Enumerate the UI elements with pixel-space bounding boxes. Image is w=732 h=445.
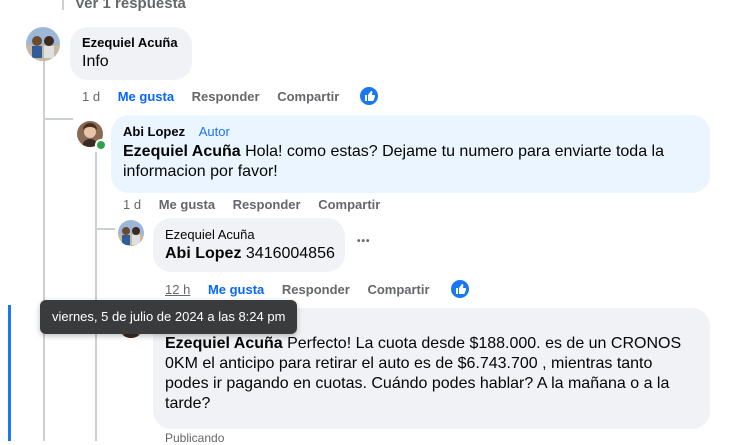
like-reaction-icon[interactable] [359, 86, 379, 106]
comment-author[interactable]: Abi Lopez [123, 124, 185, 139]
thread-branch-inner [95, 228, 115, 230]
like-reaction-icon[interactable] [450, 279, 470, 299]
comment-author[interactable]: Ezequiel Acuña [165, 227, 333, 242]
avatar[interactable] [118, 220, 144, 246]
author-badge: Autor [198, 124, 230, 139]
comment-bubble: Ezequiel Acuña Info [70, 27, 192, 80]
avatar[interactable] [26, 27, 60, 61]
comment-time[interactable]: 1 d [82, 89, 100, 104]
like-button[interactable]: Me gusta [208, 282, 264, 297]
like-button[interactable]: Me gusta [118, 89, 174, 104]
more-options-icon[interactable]: ••• [357, 236, 371, 247]
mention-link[interactable]: Ezequiel Acuña [165, 335, 283, 352]
comment-text: Ezequiel Acuña Hola! como estas? Dejame … [123, 142, 698, 182]
comment-author[interactable]: Ezequiel Acuña [82, 35, 180, 50]
comment-bubble: Ezequiel Acuña Abi Lopez 3416004856 [153, 218, 345, 272]
thread-branch [43, 118, 73, 120]
comment-actions: 1 d Me gusta Responder Compartir [123, 197, 394, 212]
reply-button[interactable]: Responder [233, 197, 301, 212]
comment-text-line1: Perfecto! La cuota desde $188.000. es de… [282, 335, 682, 352]
avatar-photo-icon [118, 220, 144, 246]
active-indicator [8, 305, 11, 441]
mention-link[interactable]: Ezequiel Acuña [123, 143, 241, 160]
comment-bubble: Abi Lopez Autor Ezequiel Acuña Hola! com… [111, 115, 710, 193]
comment-text-line2: informacion por favor! [123, 163, 278, 180]
posting-status: Publicando [165, 431, 225, 445]
thread-line-top [62, 0, 64, 10]
comment-text: Info [82, 53, 109, 70]
comment-time[interactable]: 12 h [165, 282, 190, 297]
reply-button[interactable]: Responder [282, 282, 350, 297]
comment-text: Abi Lopez 3416004856 [165, 244, 335, 264]
comment-text-line3: podes ir pagando en cuotas. Cuándo podes… [165, 375, 670, 392]
share-button[interactable]: Compartir [367, 282, 429, 297]
reply-button[interactable]: Responder [192, 89, 260, 104]
share-button[interactable]: Compartir [277, 89, 339, 104]
online-status-dot [95, 139, 107, 151]
timestamp-tooltip: viernes, 5 de julio de 2024 a las 8:24 p… [40, 300, 298, 334]
comment-author-row: Abi Lopez Autor [123, 124, 698, 139]
mention-link[interactable]: Abi Lopez [165, 245, 241, 262]
comment-text: Ezequiel Acuña Perfecto! La cuota desde … [165, 334, 698, 414]
comment-time[interactable]: 1 d [123, 197, 141, 212]
comment-actions: 12 h Me gusta Responder Compartir [165, 282, 444, 297]
phone-number: 3416004856 [245, 245, 335, 262]
comment-text-line2: 0KM el anticipo para retirar el auto es … [165, 355, 653, 372]
avatar-photo-icon [26, 27, 60, 61]
like-button[interactable]: Me gusta [159, 197, 215, 212]
comment-actions: 1 d Me gusta Responder Compartir [82, 89, 353, 104]
comment-text-line4: tarde? [165, 395, 211, 412]
view-replies-link[interactable]: Ver 1 respuesta [75, 0, 186, 12]
comment-text-line1: Hola! como estas? Dejame tu numero para … [245, 143, 664, 160]
thread-line-inner [95, 152, 97, 441]
share-button[interactable]: Compartir [318, 197, 380, 212]
